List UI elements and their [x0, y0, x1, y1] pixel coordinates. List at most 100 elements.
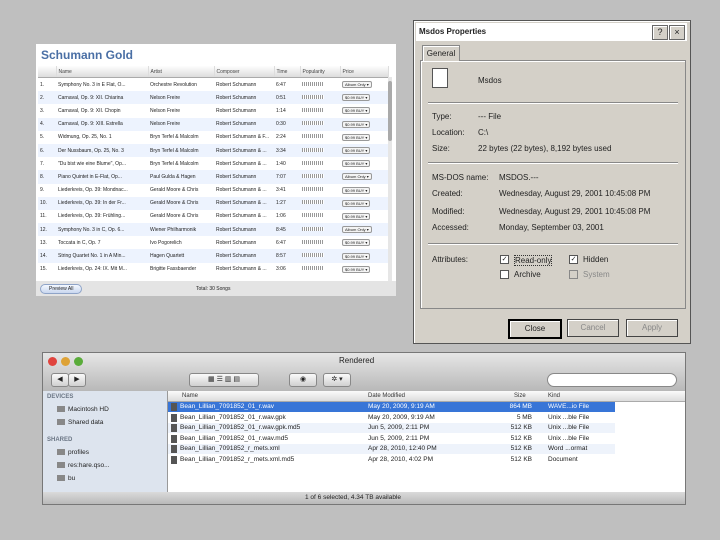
tab-general[interactable]: General [422, 45, 460, 61]
file-row[interactable]: Bean_Lillian_7091852_r_mets.xml.md5 Apr 2… [168, 455, 615, 465]
action-gear-button[interactable]: ✲ ▾ [323, 373, 351, 387]
buy-button[interactable]: Album Only ▾ [342, 226, 372, 234]
track-row[interactable]: 14. String Quartet No. 1 in A Min... Hagen… [38, 249, 388, 263]
column-view-icon[interactable]: ▥ [225, 376, 232, 383]
readonly-label[interactable]: Read-only [514, 255, 553, 266]
track-row[interactable]: 5. Widmung, Op. 25, No. 1 Bryn Terfel & Ma… [38, 131, 388, 144]
track-price[interactable]: $0.99 BUY ▾ [340, 249, 388, 263]
buy-button[interactable]: Album Only ▾ [342, 173, 372, 181]
list-view-icon[interactable]: ☰ [217, 376, 223, 383]
column-header[interactable]: Name [56, 66, 149, 78]
hidden-label[interactable]: Hidden [583, 255, 608, 264]
track-scrollbar[interactable] [388, 77, 392, 282]
column-header[interactable]: Artist [148, 66, 215, 78]
track-row[interactable]: 8. Piano Quintet in E-Flat, Op... Paul Gul… [38, 170, 388, 184]
buy-button[interactable]: $0.99 BUY ▾ [342, 94, 371, 102]
file-row[interactable]: Bean_Lillian_7091852_01_r.wav.md5 Jun 5, … [168, 434, 615, 444]
buy-button[interactable]: $0.99 BUY ▾ [342, 252, 371, 260]
buy-button[interactable]: $0.99 BUY ▾ [342, 265, 371, 273]
track-price[interactable]: $0.99 BUY ▾ [340, 196, 388, 210]
buy-button[interactable]: $0.99 BUY ▾ [342, 133, 371, 141]
track-row[interactable]: 15. Liederkreis, Op. 24: IX. Mit M... Brig… [38, 263, 388, 276]
track-price[interactable]: Album Only ▾ [340, 170, 388, 184]
col-kind[interactable]: Kind [548, 393, 560, 399]
sidebar-item-reshare[interactable]: res:hare.qso... [57, 462, 110, 469]
buy-button[interactable]: $0.99 BUY ▾ [342, 160, 371, 168]
track-artist: Bryn Terfel & Malcolm [150, 160, 199, 167]
buy-button[interactable]: $0.99 BUY ▾ [342, 107, 371, 115]
track-row[interactable]: 2. Carnaval, Op. 9: XII. Chiarina Nelson F… [38, 91, 388, 105]
track-row[interactable]: 3. Carnaval, Op. 9: XII. Chopin Nelson Fre… [38, 104, 388, 117]
buy-button[interactable]: $0.99 BUY ▾ [342, 120, 371, 128]
archive-checkbox[interactable] [500, 270, 509, 279]
archive-label[interactable]: Archive [514, 270, 541, 279]
search-input[interactable] [547, 373, 677, 387]
close-x-button[interactable]: × [669, 25, 685, 40]
column-header[interactable] [38, 66, 57, 78]
file-row[interactable]: Bean_Lillian_7091852_01_r.wav.gpk.md5 Jun… [168, 423, 615, 433]
track-price[interactable]: $0.99 BUY ▾ [340, 184, 388, 197]
view-mode-buttons[interactable]: ▦ ☰ ▥ ▤ [189, 373, 259, 387]
close-light-icon[interactable] [48, 357, 57, 366]
track-price[interactable]: $0.99 BUY ▾ [340, 91, 388, 105]
forward-button[interactable]: ▶ [68, 373, 86, 387]
track-row[interactable]: 13. Toccata in C, Op. 7 Ivo Pogorelich Robe… [38, 236, 388, 249]
track-row[interactable]: 10. Liederkreis, Op. 39: In der Fr... Gera… [38, 196, 388, 210]
buy-button[interactable]: $0.99 BUY ▾ [342, 186, 371, 194]
cancel-button[interactable]: Cancel [567, 319, 619, 337]
track-popularity [300, 196, 340, 210]
preview-all-button[interactable]: Preview All [40, 284, 83, 294]
track-price[interactable]: $0.99 BUY ▾ [340, 210, 388, 223]
track-price[interactable]: Album Only ▾ [340, 78, 388, 92]
help-button[interactable]: ? [652, 25, 668, 40]
apply-button[interactable]: Apply [626, 319, 678, 337]
close-button[interactable]: Close [508, 319, 562, 339]
hidden-checkbox[interactable]: ✓ [569, 255, 578, 264]
minimize-light-icon[interactable] [61, 357, 70, 366]
track-price[interactable]: Album Only ▾ [340, 223, 388, 237]
buy-button[interactable]: $0.99 BUY ▾ [342, 212, 371, 220]
track-price[interactable]: $0.99 BUY ▾ [340, 117, 388, 131]
sidebar-item-shared-data[interactable]: Shared data [57, 419, 103, 426]
buy-button[interactable]: $0.99 BUY ▾ [342, 239, 371, 247]
column-header[interactable]: Popularity [300, 66, 341, 78]
track-row[interactable]: 6. Der Nussbaum, Op. 25, No. 3 Bryn Terfel… [38, 143, 388, 158]
column-header[interactable]: Composer [214, 66, 275, 78]
col-name[interactable]: Name [182, 393, 198, 399]
sidebar-item-macintosh-hd[interactable]: Macintosh HD [57, 406, 109, 413]
track-row[interactable]: 11. Liederkreis, Op. 39: Frühling... Geral… [38, 210, 388, 223]
system-label[interactable]: System [583, 270, 610, 279]
file-row[interactable]: Bean_Lillian_7091852_01_r.wav.gpk May 20,… [168, 413, 615, 423]
track-price[interactable]: $0.99 BUY ▾ [340, 263, 388, 276]
track-price[interactable]: $0.99 BUY ▾ [340, 236, 388, 249]
icon-view-icon[interactable]: ▦ [208, 376, 215, 383]
track-row[interactable]: 4. Carnaval, Op. 9: XIII. Estrella Nelson … [38, 117, 388, 131]
file-row[interactable]: Bean_Lillian_7091852_r_mets.xml Apr 28, 2… [168, 444, 615, 454]
dialog-titlebar[interactable]: Msdos Properties ? × [416, 23, 687, 41]
coverflow-view-icon[interactable]: ▤ [233, 376, 240, 383]
track-row[interactable]: 7. "Du bist wie eine Blume", Op... Bryn Te… [38, 157, 388, 170]
file-row[interactable]: Bean_Lillian_7091852_01_r.wav May 20, 200… [168, 402, 615, 412]
buy-button[interactable]: Album Only ▾ [342, 81, 372, 89]
system-checkbox[interactable] [569, 270, 578, 279]
column-header[interactable]: Price [340, 66, 389, 78]
col-size[interactable]: Size [514, 393, 526, 399]
zoom-light-icon[interactable] [74, 357, 83, 366]
quicklook-button[interactable]: ◉ [289, 373, 317, 387]
back-button[interactable]: ◀ [51, 373, 69, 387]
col-date[interactable]: Date Modified [368, 393, 405, 399]
track-row[interactable]: 9. Liederkreis, Op. 39: Mondnac... Gerald … [38, 184, 388, 197]
track-price[interactable]: $0.99 BUY ▾ [340, 131, 388, 144]
sidebar-item-bu[interactable]: bu [57, 475, 75, 482]
track-price[interactable]: $0.99 BUY ▾ [340, 157, 388, 170]
finder-toolbar: Rendered ◀ ▶ ▦ ☰ ▥ ▤ ◉ ✲ ▾ [43, 353, 685, 391]
track-price[interactable]: $0.99 BUY ▾ [340, 104, 388, 117]
track-row[interactable]: 12. Symphony No. 3 in C, Op. 6... Wiener P… [38, 223, 388, 237]
buy-button[interactable]: $0.99 BUY ▾ [342, 199, 371, 207]
sidebar-item-profiles[interactable]: profiles [57, 449, 89, 456]
readonly-checkbox[interactable]: ✓ [500, 255, 509, 264]
buy-button[interactable]: $0.99 BUY ▾ [342, 147, 371, 155]
column-header[interactable]: Time [274, 66, 301, 78]
track-row[interactable]: 1. Symphony No. 3 in E Flat, O... Orchestr… [38, 78, 388, 92]
track-price[interactable]: $0.99 BUY ▾ [340, 143, 388, 158]
